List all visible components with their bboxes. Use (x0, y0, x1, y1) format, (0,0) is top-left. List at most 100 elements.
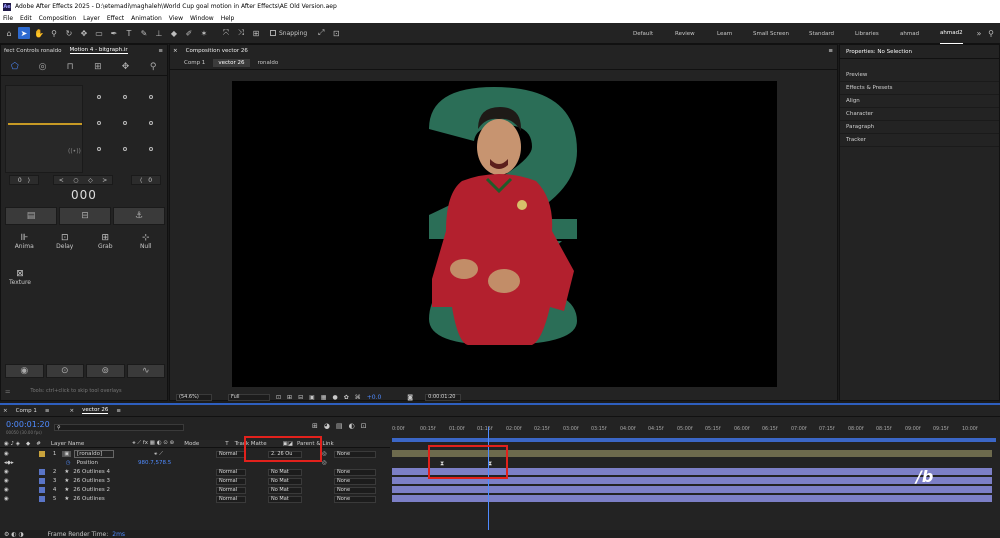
layer-name[interactable]: 26 Outlines (73, 496, 105, 502)
parent-select[interactable]: None (334, 495, 376, 503)
menu-effect[interactable]: Effect (107, 15, 124, 22)
parent-pickwhip-icon[interactable]: ◎ (322, 451, 327, 457)
snap-options-icon[interactable]: ⤢ (315, 27, 327, 39)
parent-select[interactable]: None (334, 477, 376, 485)
counter-right[interactable]: ⟨ 0 (131, 175, 161, 185)
eraser-tool-icon[interactable]: ◆ (168, 27, 180, 39)
workspace-learn[interactable]: Learn (717, 23, 732, 44)
mode-select[interactable]: Normal (216, 450, 246, 458)
align-left-button[interactable]: ▤ (5, 207, 57, 225)
timeline-close-icon[interactable]: × (3, 408, 8, 414)
stopwatch-icon[interactable]: ◷ (66, 460, 71, 466)
snapping-toggle[interactable]: Snapping (270, 30, 307, 37)
panel-align[interactable]: Align (840, 95, 999, 108)
layer-name-header[interactable]: Layer Name (51, 441, 84, 447)
pen-tool-icon[interactable]: ✒ (108, 27, 120, 39)
orbit-tool-icon[interactable]: ↻ (63, 27, 75, 39)
hand-tool-icon[interactable]: ✋ (33, 27, 45, 39)
keyframe-nav-icon[interactable]: ◂◆▸ (4, 460, 14, 466)
panel-preview[interactable]: Preview (840, 69, 999, 82)
mode-select[interactable]: Normal (216, 495, 246, 503)
timeline-tab-comp1[interactable]: Comp 1 (16, 408, 37, 414)
visibility-icon[interactable]: ◉ (4, 469, 9, 475)
mode-select[interactable]: Normal (216, 477, 246, 485)
workspace-default[interactable]: Default (633, 23, 653, 44)
panel-effects-presets[interactable]: Effects & Presets (840, 82, 999, 95)
frame-blend-icon[interactable]: ▤ (336, 422, 343, 430)
layer-name[interactable]: 26 Outlines 4 (73, 469, 110, 475)
panel-menu-icon[interactable]: ≡ (158, 48, 163, 54)
camera-icon[interactable]: ⌘ (355, 394, 361, 401)
layer-bar-outlines2[interactable] (392, 486, 992, 493)
position-property-row[interactable]: ◂◆▸ ◷ Position 980.7,578.5 ◎ (0, 459, 390, 467)
table-row[interactable]: ◉ 1 ▣ [ronaldo] ⚹ ⟋ Normal 2. 26 Ou ◎ No… (0, 450, 390, 458)
expression-pickwhip-icon[interactable]: ◎ (322, 460, 327, 466)
label-color[interactable] (38, 469, 45, 475)
counter-center[interactable]: < ○ ◇ > (53, 175, 113, 185)
parent-select[interactable]: None (334, 486, 376, 494)
resolution-select[interactable]: Full (228, 393, 270, 401)
axis-view-icon[interactable]: ⊞ (250, 27, 262, 39)
axis-icon[interactable]: ⤧ (220, 27, 232, 39)
workspace-standard[interactable]: Standard (809, 23, 834, 44)
mode-select[interactable]: Normal (216, 486, 246, 494)
label-color[interactable] (38, 496, 45, 502)
rectangle-tool-icon[interactable]: ▭ (93, 27, 105, 39)
mode-header[interactable]: Mode (184, 441, 199, 447)
workspace-overflow-icon[interactable]: » (973, 27, 985, 39)
menu-window[interactable]: Window (190, 15, 214, 22)
zoom-select[interactable]: (54.6%) (176, 393, 212, 401)
search-help-icon[interactable]: ⚲ (985, 27, 997, 39)
shy-icon[interactable]: ◕ (324, 422, 330, 430)
panel-tracker[interactable]: Tracker (840, 134, 999, 147)
align-mode-icon[interactable]: ⊓ (56, 56, 84, 78)
tab-motion[interactable]: Motion 4 - bitgraph.ir (69, 47, 128, 54)
anchor-right[interactable] (149, 121, 153, 125)
shape-mode-icon[interactable]: ⬠ (1, 56, 29, 78)
layer-name[interactable]: 26 Outlines 2 (73, 487, 110, 493)
anchor-top-right[interactable] (149, 95, 153, 99)
comp-viewer[interactable] (232, 81, 777, 387)
menu-help[interactable]: Help (221, 15, 235, 22)
type-tool-icon[interactable]: T (123, 27, 135, 39)
show-snapshot-icon[interactable]: ⊞ (287, 394, 292, 401)
track-matte-select[interactable]: No Mat (268, 468, 302, 476)
counter-left[interactable]: 0 ⟩ (9, 175, 39, 185)
tab-effect-controls[interactable]: fect Controls ronaldo (4, 48, 62, 54)
curve-button[interactable]: ∿ (126, 364, 165, 378)
axis-world-icon[interactable]: ⤨ (235, 27, 247, 39)
table-row[interactable]: ◉ 2 ★ 26 Outlines 4 Normal No Mat None (0, 468, 390, 476)
workspace-ahmad2[interactable]: ahmad2 (940, 23, 963, 44)
eye-button[interactable]: ◉ (5, 364, 44, 378)
move-mode-icon[interactable]: ✥ (112, 56, 140, 78)
current-timecode[interactable]: 0:00:01:20 (6, 420, 50, 429)
table-row[interactable]: ◉ 5 ★ 26 Outlines Normal No Mat None (0, 495, 390, 503)
visibility-icon[interactable]: ◉ (4, 478, 9, 484)
anchor-top-left[interactable] (97, 95, 101, 99)
layer-bar-outlines[interactable] (392, 495, 992, 502)
brush-tool-icon[interactable]: ✎ (138, 27, 150, 39)
label-color[interactable] (38, 487, 45, 493)
null-button[interactable]: ⊹ Null (127, 233, 166, 259)
color-settings-icon[interactable]: ✿ (344, 394, 349, 401)
clone-stamp-icon[interactable]: ⊥ (153, 27, 165, 39)
panel-character[interactable]: Character (840, 108, 999, 121)
table-row[interactable]: ◉ 3 ★ 26 Outlines 3 Normal No Mat None (0, 477, 390, 485)
anchor-left[interactable] (97, 121, 101, 125)
visibility-icon[interactable]: ◉ (4, 496, 9, 502)
label-color[interactable] (38, 451, 45, 457)
settings-icon[interactable]: ⚌ (5, 388, 10, 395)
viewer-timecode[interactable]: 0:00:01:20 (425, 393, 462, 401)
menu-edit[interactable]: Edit (20, 15, 32, 22)
grid-toggle-icon[interactable]: ⊟ (298, 394, 303, 401)
timeline-search-input[interactable]: ⚲ (54, 424, 184, 431)
search-mode-icon[interactable]: ⚲ (139, 56, 167, 78)
layer-switches[interactable]: ⚹ ⟋ (154, 451, 163, 458)
time-ruler[interactable]: 0:00f 00:15f 01:00f 01:15f 02:00f 02:15f… (392, 427, 992, 437)
track-matte-select[interactable]: No Mat (268, 495, 302, 503)
work-area-bar[interactable] (392, 438, 996, 442)
footer-toggle-icon[interactable]: ⚙ ◐ ◑ (4, 531, 24, 538)
workspace-ahmad[interactable]: ahmad (900, 23, 919, 44)
snapshot-icon[interactable]: ⊡ (276, 394, 281, 401)
channel-icon[interactable]: ● (332, 394, 337, 401)
